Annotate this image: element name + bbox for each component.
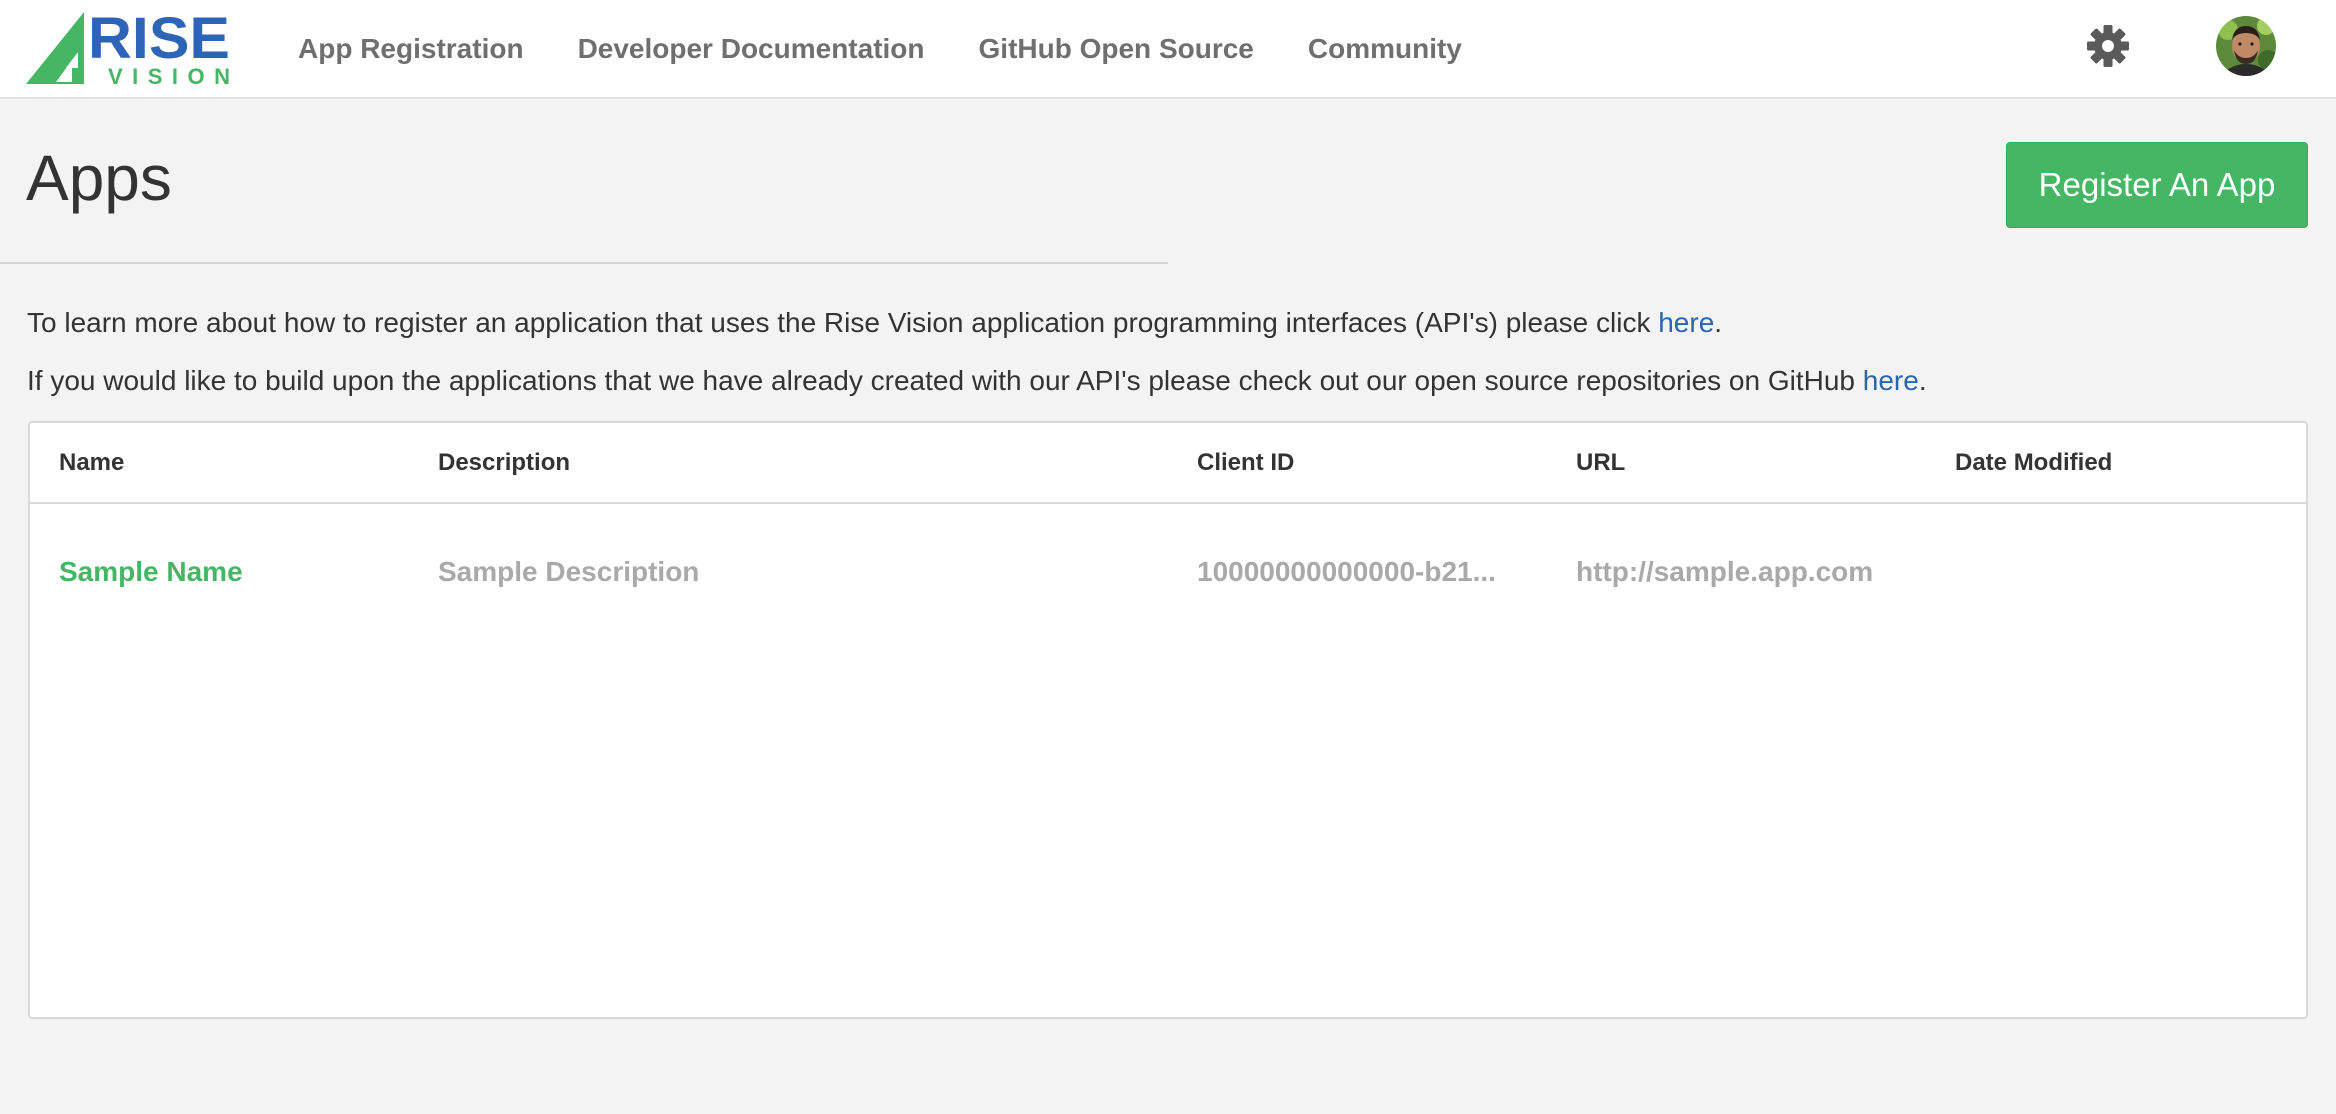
gear-icon[interactable] bbox=[2086, 24, 2130, 68]
apps-table: Name Description Client ID URL Date Modi… bbox=[28, 421, 2308, 1019]
nav-developer-documentation[interactable]: Developer Documentation bbox=[578, 34, 925, 65]
user-avatar[interactable] bbox=[2216, 16, 2276, 76]
info-text-github-body: If you would like to build upon the appl… bbox=[27, 365, 1863, 396]
column-header-name[interactable]: Name bbox=[59, 423, 124, 502]
logo-top-text: RISE bbox=[88, 8, 230, 71]
github-here-link[interactable]: here bbox=[1863, 365, 1919, 396]
column-header-description[interactable]: Description bbox=[438, 423, 570, 502]
column-header-url[interactable]: URL bbox=[1576, 423, 1625, 502]
info-text-api: To learn more about how to register an a… bbox=[27, 309, 1722, 337]
info-text-api-end: . bbox=[1714, 307, 1723, 338]
rise-vision-logo[interactable]: RISE VISION bbox=[26, 8, 232, 86]
app-url: http://sample.app.com bbox=[1576, 556, 1874, 587]
app-description: Sample Description bbox=[438, 556, 700, 587]
register-app-button[interactable]: Register An App bbox=[2006, 142, 2308, 228]
main-nav: App Registration Developer Documentation… bbox=[298, 0, 1462, 99]
column-header-client-id[interactable]: Client ID bbox=[1197, 423, 1294, 502]
column-header-date-modified[interactable]: Date Modified bbox=[1955, 423, 2112, 502]
nav-github-open-source[interactable]: GitHub Open Source bbox=[979, 34, 1254, 65]
table-row[interactable]: Sample Name Sample Description 100000000… bbox=[30, 504, 2306, 640]
info-text-github: If you would like to build upon the appl… bbox=[27, 367, 1927, 395]
nav-community[interactable]: Community bbox=[1308, 34, 1462, 65]
app-name-link[interactable]: Sample Name bbox=[59, 504, 243, 640]
info-text-github-end: . bbox=[1918, 365, 1927, 396]
api-docs-here-link[interactable]: here bbox=[1658, 307, 1714, 338]
title-divider bbox=[0, 262, 1168, 264]
table-header: Name Description Client ID URL Date Modi… bbox=[30, 423, 2306, 504]
page-title: Apps bbox=[26, 142, 172, 214]
top-navbar: RISE VISION App Registration Developer D… bbox=[0, 0, 2336, 99]
info-text-api-body: To learn more about how to register an a… bbox=[27, 307, 1659, 338]
nav-app-registration[interactable]: App Registration bbox=[298, 34, 524, 65]
app-client-id: 10000000000000-b21... bbox=[1197, 556, 1496, 587]
